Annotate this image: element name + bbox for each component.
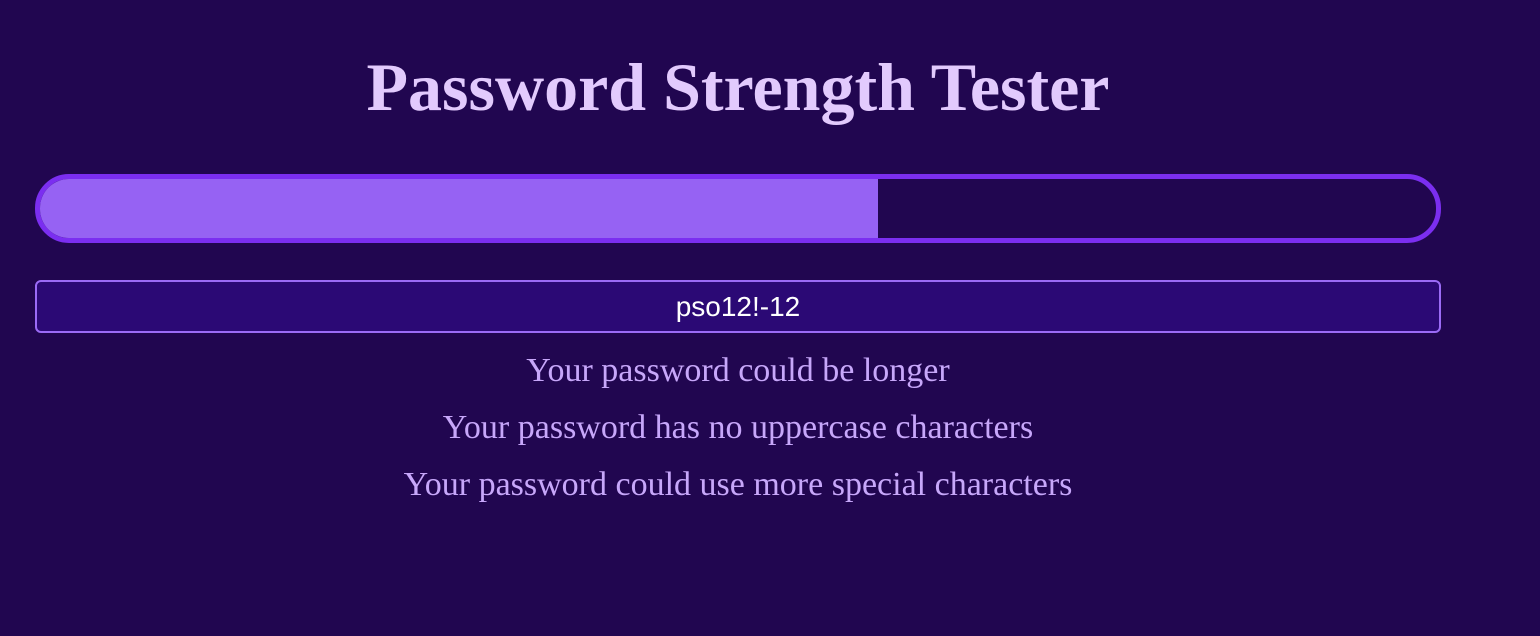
strength-meter-fill — [40, 179, 878, 238]
strength-meter — [35, 174, 1441, 243]
reason-item: Your password could be longer — [526, 352, 950, 389]
page-title: Password Strength Tester — [366, 49, 1110, 125]
reasons-list: Your password could be longer Your passw… — [35, 352, 1441, 523]
password-input[interactable] — [35, 280, 1441, 333]
app-container: Password Strength Tester Your password c… — [35, 0, 1441, 503]
reason-item: Your password could use more special cha… — [403, 466, 1073, 503]
reason-item: Your password has no uppercase character… — [442, 409, 1034, 446]
